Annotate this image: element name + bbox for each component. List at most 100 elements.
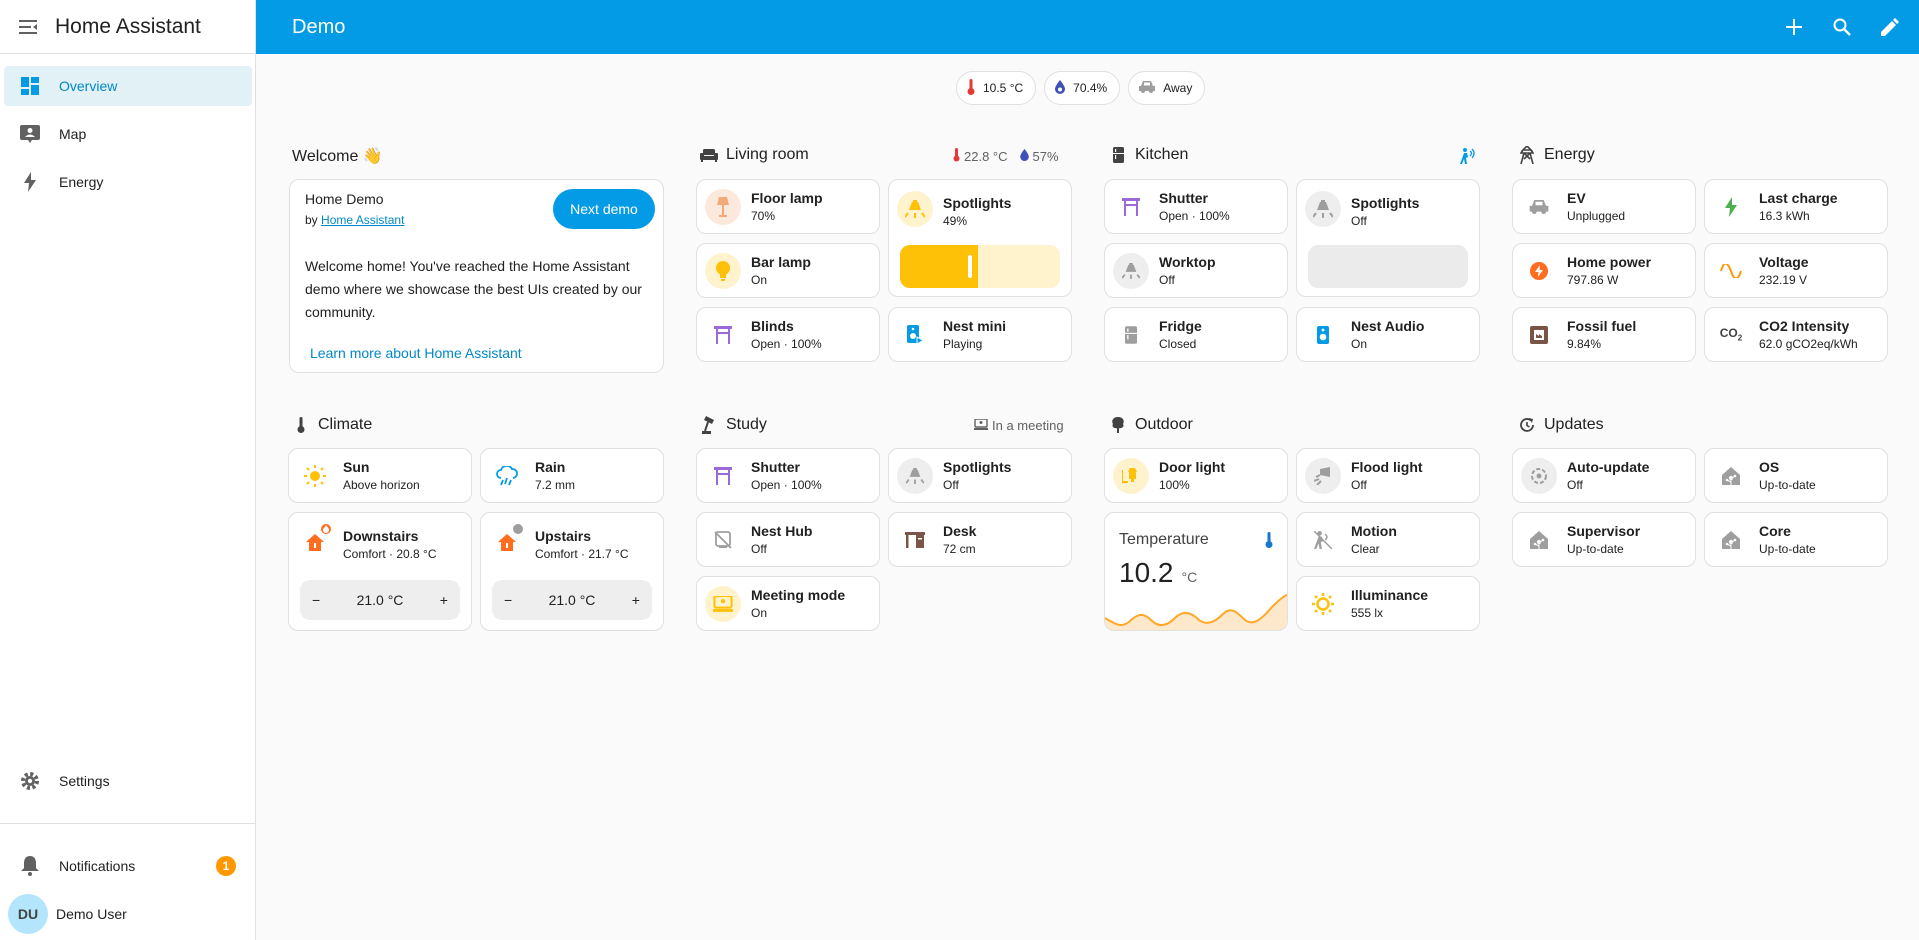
presence-badge[interactable]: Away: [1128, 71, 1206, 105]
tile-illuminance[interactable]: Illuminance 555 lx: [1296, 576, 1480, 631]
learn-more-link[interactable]: Learn more about Home Assistant: [310, 345, 522, 361]
spotlight-icon: [1305, 191, 1341, 227]
tile-rain[interactable]: Rain 7.2 mm: [480, 448, 664, 503]
target-temperature: 21.0 °C: [356, 592, 404, 608]
tile-state: Off: [1351, 477, 1367, 492]
tile-supervisor[interactable]: Supervisor Up-to-date: [1512, 512, 1696, 567]
tile-downstairs-thermostat[interactable]: Downstairs Comfort · 20.8 °C − 21.0 °C +: [288, 512, 472, 631]
tile-state: 62.0 gCO2eq/kWh: [1759, 336, 1858, 351]
target-temperature-control: − 21.0 °C +: [492, 580, 652, 620]
tile-blinds[interactable]: Blinds Open · 100%: [696, 307, 880, 362]
tile-kitchen-shutter[interactable]: Shutter Open · 100%: [1104, 179, 1288, 234]
outdoor-section-title: Outdoor: [1109, 416, 1193, 434]
tile-state: On: [751, 272, 768, 287]
tile-door-light[interactable]: Door light 100%: [1104, 448, 1288, 503]
tile-meeting-mode[interactable]: Meeting mode On: [696, 576, 880, 631]
increase-button[interactable]: +: [440, 592, 448, 608]
tile-core[interactable]: Core Up-to-date: [1704, 512, 1888, 567]
sidebar-item-overview[interactable]: Overview: [4, 66, 252, 106]
desk-icon: [897, 522, 933, 558]
tile-study-shutter[interactable]: Shutter Open · 100%: [696, 448, 880, 503]
tile-sun[interactable]: Sun Above horizon: [288, 448, 472, 503]
tile-state: Open · 100%: [751, 336, 822, 351]
tile-state: Playing: [943, 336, 983, 351]
brightness-slider[interactable]: [900, 245, 1060, 288]
target-temperature: 21.0 °C: [548, 592, 596, 608]
tile-state: Up-to-date: [1759, 477, 1816, 492]
brightness-slider-handle[interactable]: [968, 255, 973, 278]
tile-last-charge[interactable]: Last charge 16.3 kWh: [1704, 179, 1888, 234]
section-title-text: Energy: [1544, 146, 1595, 163]
sidebar-item-map[interactable]: Map: [4, 114, 252, 154]
blinds-icon: [705, 317, 741, 353]
tile-living-spotlights[interactable]: Spotlights 49%: [888, 179, 1072, 297]
decrease-button[interactable]: −: [504, 592, 512, 608]
speaker-icon: [1305, 317, 1341, 353]
tile-nest-hub[interactable]: Nest Hub Off: [696, 512, 880, 567]
next-demo-button[interactable]: Next demo: [553, 189, 655, 229]
section-title-text: Welcome 👋: [292, 148, 383, 165]
tile-study-spotlights[interactable]: Spotlights Off: [888, 448, 1072, 503]
tile-fridge[interactable]: Fridge Closed: [1104, 307, 1288, 362]
tile-nest-audio[interactable]: Nest Audio On: [1296, 307, 1480, 362]
section-title-text: Updates: [1544, 416, 1604, 433]
section-title-text: Climate: [318, 416, 373, 433]
tile-desk[interactable]: Desk 72 cm: [888, 512, 1072, 567]
tree-icon: [1109, 416, 1127, 434]
search-button[interactable]: [1827, 12, 1857, 42]
home-assistant-logo-icon: [1713, 458, 1749, 494]
notification-count-badge: 1: [216, 856, 236, 876]
section-title-text: Study: [726, 416, 767, 433]
sidebar-item-notifications[interactable]: Notifications 1: [4, 846, 252, 886]
tile-name: Nest Audio: [1351, 317, 1425, 334]
tile-name: Door light: [1159, 458, 1226, 475]
badge-value: 10.5 °C: [983, 81, 1024, 95]
tile-kitchen-spotlights[interactable]: Spotlights Off: [1296, 179, 1480, 297]
tile-name: Spotlights: [1351, 195, 1420, 211]
tile-voltage[interactable]: Voltage 232.19 V: [1704, 243, 1888, 298]
tile-fossil-fuel[interactable]: Fossil fuel 9.84%: [1512, 307, 1696, 362]
menu-icon[interactable]: [18, 17, 38, 37]
tile-co2-intensity[interactable]: CO2 CO2 Intensity 62.0 gCO2eq/kWh: [1704, 307, 1888, 362]
tile-name: CO2 Intensity: [1759, 317, 1850, 334]
tile-flood-light[interactable]: Flood light Off: [1296, 448, 1480, 503]
decrease-button[interactable]: −: [312, 592, 320, 608]
tile-name: OS: [1759, 458, 1780, 475]
tile-name: Shutter: [1159, 189, 1208, 206]
tile-floor-lamp[interactable]: Floor lamp 70%: [696, 179, 880, 234]
sensor-value: 10.2: [1119, 557, 1174, 588]
tile-os[interactable]: OS Up-to-date: [1704, 448, 1888, 503]
kitchen-section-title: Kitchen: [1109, 146, 1188, 164]
sidebar-item-energy[interactable]: Energy: [4, 162, 252, 202]
tile-worktop[interactable]: Worktop Off: [1104, 243, 1288, 298]
add-button[interactable]: [1779, 12, 1809, 42]
tile-auto-update[interactable]: Auto-update Off: [1512, 448, 1696, 503]
tile-name: Voltage: [1759, 253, 1809, 270]
laptop-account-icon: [974, 418, 988, 433]
increase-button[interactable]: +: [632, 592, 640, 608]
spotlight-icon: [897, 191, 933, 227]
tile-ev[interactable]: EV Unplugged: [1512, 179, 1696, 234]
tile-nest-mini[interactable]: Nest mini Playing: [888, 307, 1072, 362]
sidebar-item-user[interactable]: DU Demo User: [4, 893, 252, 935]
tile-upstairs-thermostat[interactable]: Upstairs Comfort · 21.7 °C − 21.0 °C +: [480, 512, 664, 631]
sidebar-item-settings[interactable]: Settings: [4, 761, 252, 801]
autorenew-icon: [1521, 457, 1557, 494]
tile-home-power[interactable]: Home power 797.86 W: [1512, 243, 1696, 298]
gear-icon: [18, 769, 42, 793]
brightness-slider[interactable]: [1308, 245, 1468, 288]
humidity-badge[interactable]: 70.4%: [1044, 71, 1121, 105]
edit-button[interactable]: [1875, 12, 1905, 42]
temperature-sensor-card[interactable]: Temperature 10.2 °C: [1104, 512, 1288, 631]
water-drop-icon: [1019, 149, 1029, 164]
clock-icon: [511, 522, 525, 536]
tile-state: Off: [1567, 477, 1583, 492]
home-assistant-link[interactable]: Home Assistant: [321, 213, 404, 227]
sidebar-item-label: Settings: [59, 773, 110, 789]
tile-state: Off: [1351, 213, 1367, 228]
tile-name: Core: [1759, 522, 1791, 539]
sun-icon: [297, 458, 333, 494]
tile-bar-lamp[interactable]: Bar lamp On: [696, 243, 880, 298]
temperature-badge[interactable]: 10.5 °C: [956, 71, 1037, 105]
tile-motion[interactable]: Motion Clear: [1296, 512, 1480, 567]
